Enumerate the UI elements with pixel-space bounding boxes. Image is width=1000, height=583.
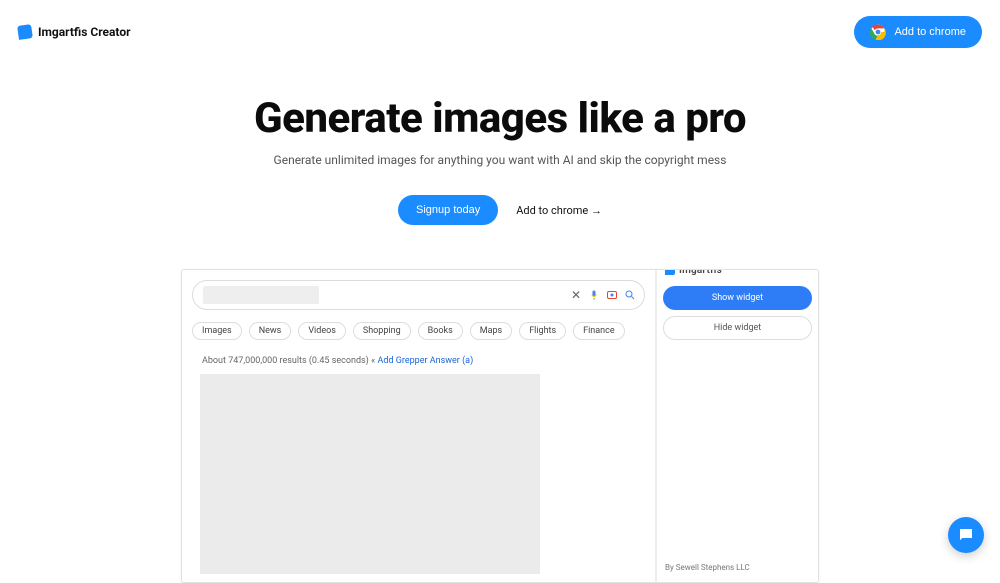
chat-icon — [957, 526, 975, 544]
extension-brand: Imgartfis — [663, 269, 812, 280]
hide-widget-button[interactable]: Hide widget — [663, 316, 812, 340]
demo-screenshot: ✕ Images News Videos Shopping Books Maps… — [181, 269, 819, 583]
lens-icon[interactable] — [606, 289, 618, 301]
brand: Imgartfis Creator — [18, 25, 131, 39]
hero-actions: Signup today Add to chrome → — [0, 195, 1000, 225]
search-tabs: Images News Videos Shopping Books Maps F… — [192, 322, 645, 340]
brand-icon — [17, 24, 33, 40]
search-icon[interactable] — [624, 289, 636, 301]
search-bar[interactable]: ✕ — [192, 280, 645, 310]
tab-news[interactable]: News — [249, 322, 292, 340]
demo-search-pane: ✕ Images News Videos Shopping Books Maps… — [182, 270, 656, 582]
hero-title: Generate images like a pro — [0, 94, 1000, 143]
hero-subtitle: Generate unlimited images for anything y… — [0, 153, 1000, 167]
results-count-text: About 747,000,000 results (0.45 seconds) — [202, 356, 369, 366]
grepper-link[interactable]: Add Grepper Answer (a) — [378, 356, 474, 366]
tab-finance[interactable]: Finance — [573, 322, 624, 340]
tab-videos[interactable]: Videos — [298, 322, 346, 340]
mic-icon[interactable] — [588, 289, 600, 301]
clear-icon[interactable]: ✕ — [570, 289, 582, 301]
tab-flights[interactable]: Flights — [519, 322, 566, 340]
hero: Generate images like a pro Generate unli… — [0, 94, 1000, 225]
add-to-chrome-label: Add to chrome — [894, 26, 966, 38]
tab-books[interactable]: Books — [418, 322, 463, 340]
tab-maps[interactable]: Maps — [470, 322, 512, 340]
chat-launcher[interactable] — [948, 517, 984, 553]
signup-button[interactable]: Signup today — [398, 195, 498, 225]
tab-shopping[interactable]: Shopping — [353, 322, 411, 340]
show-widget-button[interactable]: Show widget — [663, 286, 812, 310]
result-placeholder — [200, 374, 540, 574]
add-to-chrome-link[interactable]: Add to chrome → — [516, 204, 602, 217]
add-to-chrome-button[interactable]: Add to chrome — [854, 16, 982, 48]
demo-extension-pane: Imgartfis Show widget Hide widget By Sew… — [656, 270, 818, 582]
chrome-icon — [870, 24, 886, 40]
extension-brand-icon — [665, 269, 675, 275]
search-query-blur — [203, 286, 319, 304]
extension-footer: By Sewell Stephens LLC — [663, 557, 812, 582]
header: Imgartfis Creator Add to chrome — [0, 0, 1000, 64]
tab-images[interactable]: Images — [192, 322, 242, 340]
demo-frame: ✕ Images News Videos Shopping Books Maps… — [181, 269, 819, 583]
extension-brand-text: Imgartfis — [679, 269, 722, 276]
brand-text: Imgartfis Creator — [38, 25, 131, 39]
results-count: About 747,000,000 results (0.45 seconds)… — [202, 356, 645, 366]
